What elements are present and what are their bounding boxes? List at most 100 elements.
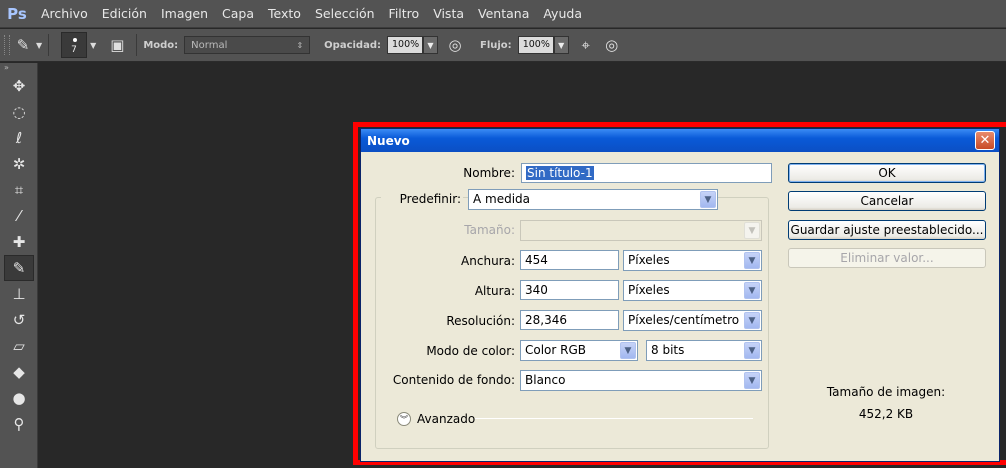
background-value: Blanco [525,373,566,387]
chevron-down-icon: ▼ [744,312,760,329]
height-label: Altura: [474,284,515,298]
spinner-icon: ⇕ [296,40,304,50]
divider [136,34,138,56]
eraser-icon[interactable]: ▱ [4,333,34,359]
lasso-tool-icon[interactable]: ℓ [4,125,34,151]
resolution-unit-value: Píxeles/centímetro [628,313,740,327]
width-label: Anchura: [461,254,515,268]
name-value: Sin título-1 [526,166,594,180]
flow-dropdown-icon[interactable]: ▼ [553,36,569,54]
color-mode-label: Modo de color: [426,344,515,358]
move-tool-icon[interactable]: ✥ [4,73,34,99]
flow-input[interactable]: 100% [517,36,554,54]
opacity-dropdown-icon[interactable]: ▼ [423,36,438,54]
pressure-opacity-icon[interactable]: ◎ [442,33,468,57]
tools-collapse-icon[interactable]: » [0,63,37,73]
chevron-down-icon: ▼ [700,191,716,208]
crop-tool-icon[interactable]: ⌗ [4,177,34,203]
bit-depth-value: 8 bits [651,343,685,357]
brush-size: 7 [71,45,77,55]
brush-preset-picker[interactable]: 7 [61,32,88,58]
close-icon: ✕ [979,133,991,148]
height-unit-value: Píxeles [628,283,670,297]
menu-edicion[interactable]: Edición [95,0,154,28]
brush-tool-icon[interactable]: ✎ [4,255,34,281]
healing-brush-icon[interactable]: ✚ [4,229,34,255]
menu-seleccion[interactable]: Selección [308,0,382,28]
cancel-button[interactable]: Cancelar [788,191,986,211]
width-unit-value: Píxeles [628,253,670,267]
menu-archivo[interactable]: Archivo [34,0,95,28]
magic-wand-icon[interactable]: ✲ [4,151,34,177]
color-mode-value: Color RGB [525,343,587,357]
advanced-label[interactable]: Avanzado [417,412,475,426]
flow-label: Flujo: [480,39,512,51]
menu-vista[interactable]: Vista [426,0,471,28]
size-label: Tamaño: [464,223,515,237]
mode-select[interactable]: Normal ⇕ [184,36,311,54]
height-input[interactable]: 340 [520,280,619,300]
preset-select[interactable]: A medida ▼ [468,189,718,210]
airbrush-icon[interactable]: ⌖ [573,33,599,57]
expand-advanced-icon[interactable]: ︾ [397,412,411,426]
chevron-down-icon: ▼ [744,342,760,359]
chevron-down-icon: ▼ [744,222,760,239]
photoshop-logo: Ps [7,4,27,23]
marquee-tool-icon[interactable]: ◌ [4,99,34,125]
size-select[interactable]: ▼ [520,220,762,241]
image-size-value: 452,2 KB [858,407,914,421]
dialog-title: Nuevo [367,133,410,148]
delete-preset-button[interactable]: Eliminar valor... [788,248,986,268]
close-button[interactable]: ✕ [975,131,995,150]
blur-tool-icon[interactable]: ● [4,385,34,411]
resolution-input[interactable]: 28,346 [520,310,619,330]
save-preset-button[interactable]: Guardar ajuste preestablecido... [788,220,986,240]
width-input[interactable]: 454 [520,250,619,270]
resolution-unit-select[interactable]: Píxeles/centímetro ▼ [623,310,762,331]
width-unit-select[interactable]: Píxeles ▼ [623,250,762,271]
menu-imagen[interactable]: Imagen [154,0,215,28]
mode-value: Normal [191,39,228,51]
dodge-tool-icon[interactable]: ⚲ [4,411,34,437]
color-mode-select[interactable]: Color RGB ▼ [520,340,638,361]
options-bar: ✎ ▼ 7 ▼ ▣ Modo: Normal ⇕ Opacidad: 100% … [0,29,1006,62]
preset-value: A medida [473,192,531,206]
chevron-down-icon: ▼ [744,252,760,269]
opacity-input[interactable]: 100% [387,36,423,54]
menu-ayuda[interactable]: Ayuda [536,0,589,28]
background-label: Contenido de fondo: [392,373,515,387]
brush-tip-icon [73,38,78,42]
paint-bucket-icon[interactable]: ◆ [4,359,34,385]
name-label: Nombre: [463,166,515,180]
bit-depth-select[interactable]: 8 bits ▼ [646,340,762,361]
opacity-label: Opacidad: [324,39,381,51]
pressure-size-icon[interactable]: ◎ [599,33,625,57]
background-select[interactable]: Blanco ▼ [520,370,762,391]
tool-preset-dropdown-icon[interactable]: ▼ [36,41,42,50]
brush-tool-preset-icon[interactable]: ✎ [10,33,36,57]
menu-capa[interactable]: Capa [215,0,261,28]
name-input[interactable]: Sin título-1 [521,163,772,183]
chevron-down-icon: ▼ [744,372,760,389]
preset-label: Predefinir: [381,192,463,206]
image-size-label: Tamaño de imagen: [826,385,946,399]
eyedropper-icon[interactable]: ⁄ [4,203,34,229]
chevron-down-icon: ▼ [744,282,760,299]
menu-filtro[interactable]: Filtro [382,0,427,28]
chevron-down-icon: ▼ [620,342,636,359]
ok-button[interactable]: OK [788,163,986,183]
brush-panel-toggle-icon[interactable]: ▣ [104,33,130,57]
resolution-label: Resolución: [446,314,515,328]
height-unit-select[interactable]: Píxeles ▼ [623,280,762,301]
clone-stamp-icon[interactable]: ⊥ [4,281,34,307]
new-document-dialog: Nuevo ✕ Nombre: Sin título-1 Predefinir:… [360,128,1000,462]
menu-texto[interactable]: Texto [261,0,308,28]
tools-panel: » ✥ ◌ ℓ ✲ ⌗ ⁄ ✚ ✎ ⊥ ↺ ▱ ◆ ● ⚲ [0,63,38,468]
dialog-titlebar[interactable]: Nuevo [361,129,999,152]
menu-ventana[interactable]: Ventana [471,0,536,28]
history-brush-icon[interactable]: ↺ [4,307,34,333]
mode-label: Modo: [143,39,179,51]
divider [48,34,50,56]
brush-preset-dropdown-icon[interactable]: ▼ [90,41,96,50]
advanced-divider [475,418,753,419]
